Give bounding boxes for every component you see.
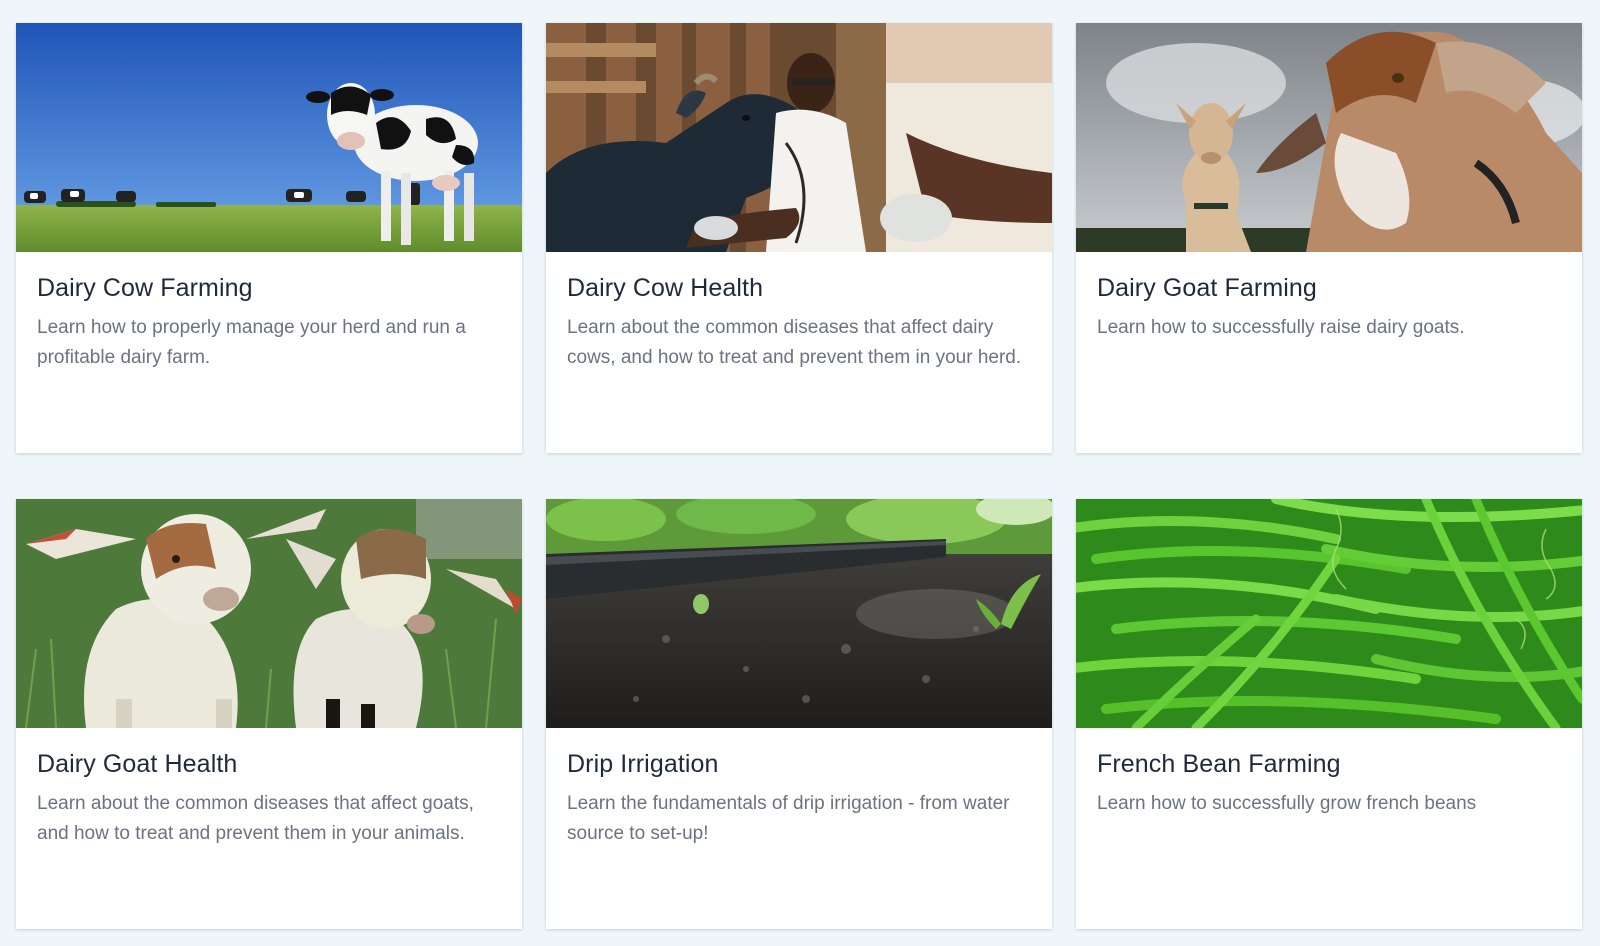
course-image-french-bean-farming[interactable] bbox=[1076, 499, 1582, 728]
course-grid: Dairy Cow Farming Learn how to properly … bbox=[16, 23, 1582, 929]
course-title[interactable]: Dairy Goat Farming bbox=[1097, 274, 1560, 303]
course-card-dairy-cow-health[interactable]: Dairy Cow Health Learn about the common … bbox=[546, 23, 1052, 453]
course-card-body: Dairy Cow Farming Learn how to properly … bbox=[16, 252, 522, 373]
course-card-french-bean-farming[interactable]: French Bean Farming Learn how to success… bbox=[1076, 499, 1582, 929]
course-card-drip-irrigation[interactable]: Drip Irrigation Learn the fundamentals o… bbox=[546, 499, 1052, 929]
course-image-dairy-goat-farming[interactable] bbox=[1076, 23, 1582, 252]
course-card-body: Drip Irrigation Learn the fundamentals o… bbox=[546, 728, 1052, 849]
course-image-drip-irrigation[interactable] bbox=[546, 499, 1052, 728]
course-card-body: Dairy Goat Health Learn about the common… bbox=[16, 728, 522, 849]
course-image-dairy-cow-health[interactable] bbox=[546, 23, 1052, 252]
course-card-body: Dairy Goat Farming Learn how to successf… bbox=[1076, 252, 1582, 343]
course-description: Learn the fundamentals of drip irrigatio… bbox=[567, 793, 1010, 844]
course-card-body: French Bean Farming Learn how to success… bbox=[1076, 728, 1582, 819]
course-description: Learn about the common diseases that aff… bbox=[567, 317, 1022, 368]
course-card-body: Dairy Cow Health Learn about the common … bbox=[546, 252, 1052, 373]
course-image-dairy-goat-health[interactable] bbox=[16, 499, 522, 728]
course-card-dairy-goat-health[interactable]: Dairy Goat Health Learn about the common… bbox=[16, 499, 522, 929]
course-image-dairy-cow-farming[interactable] bbox=[16, 23, 522, 252]
course-description: Learn how to successfully grow french be… bbox=[1097, 793, 1477, 814]
course-description: Learn about the common diseases that aff… bbox=[37, 793, 474, 844]
course-title[interactable]: French Bean Farming bbox=[1097, 750, 1560, 779]
course-card-dairy-goat-farming[interactable]: Dairy Goat Farming Learn how to successf… bbox=[1076, 23, 1582, 453]
course-title[interactable]: Dairy Cow Health bbox=[567, 274, 1030, 303]
course-title[interactable]: Drip Irrigation bbox=[567, 750, 1030, 779]
course-description: Learn how to successfully raise dairy go… bbox=[1097, 317, 1465, 338]
course-title[interactable]: Dairy Goat Health bbox=[37, 750, 500, 779]
course-title[interactable]: Dairy Cow Farming bbox=[37, 274, 500, 303]
course-card-dairy-cow-farming[interactable]: Dairy Cow Farming Learn how to properly … bbox=[16, 23, 522, 453]
course-description: Learn how to properly manage your herd a… bbox=[37, 317, 466, 368]
